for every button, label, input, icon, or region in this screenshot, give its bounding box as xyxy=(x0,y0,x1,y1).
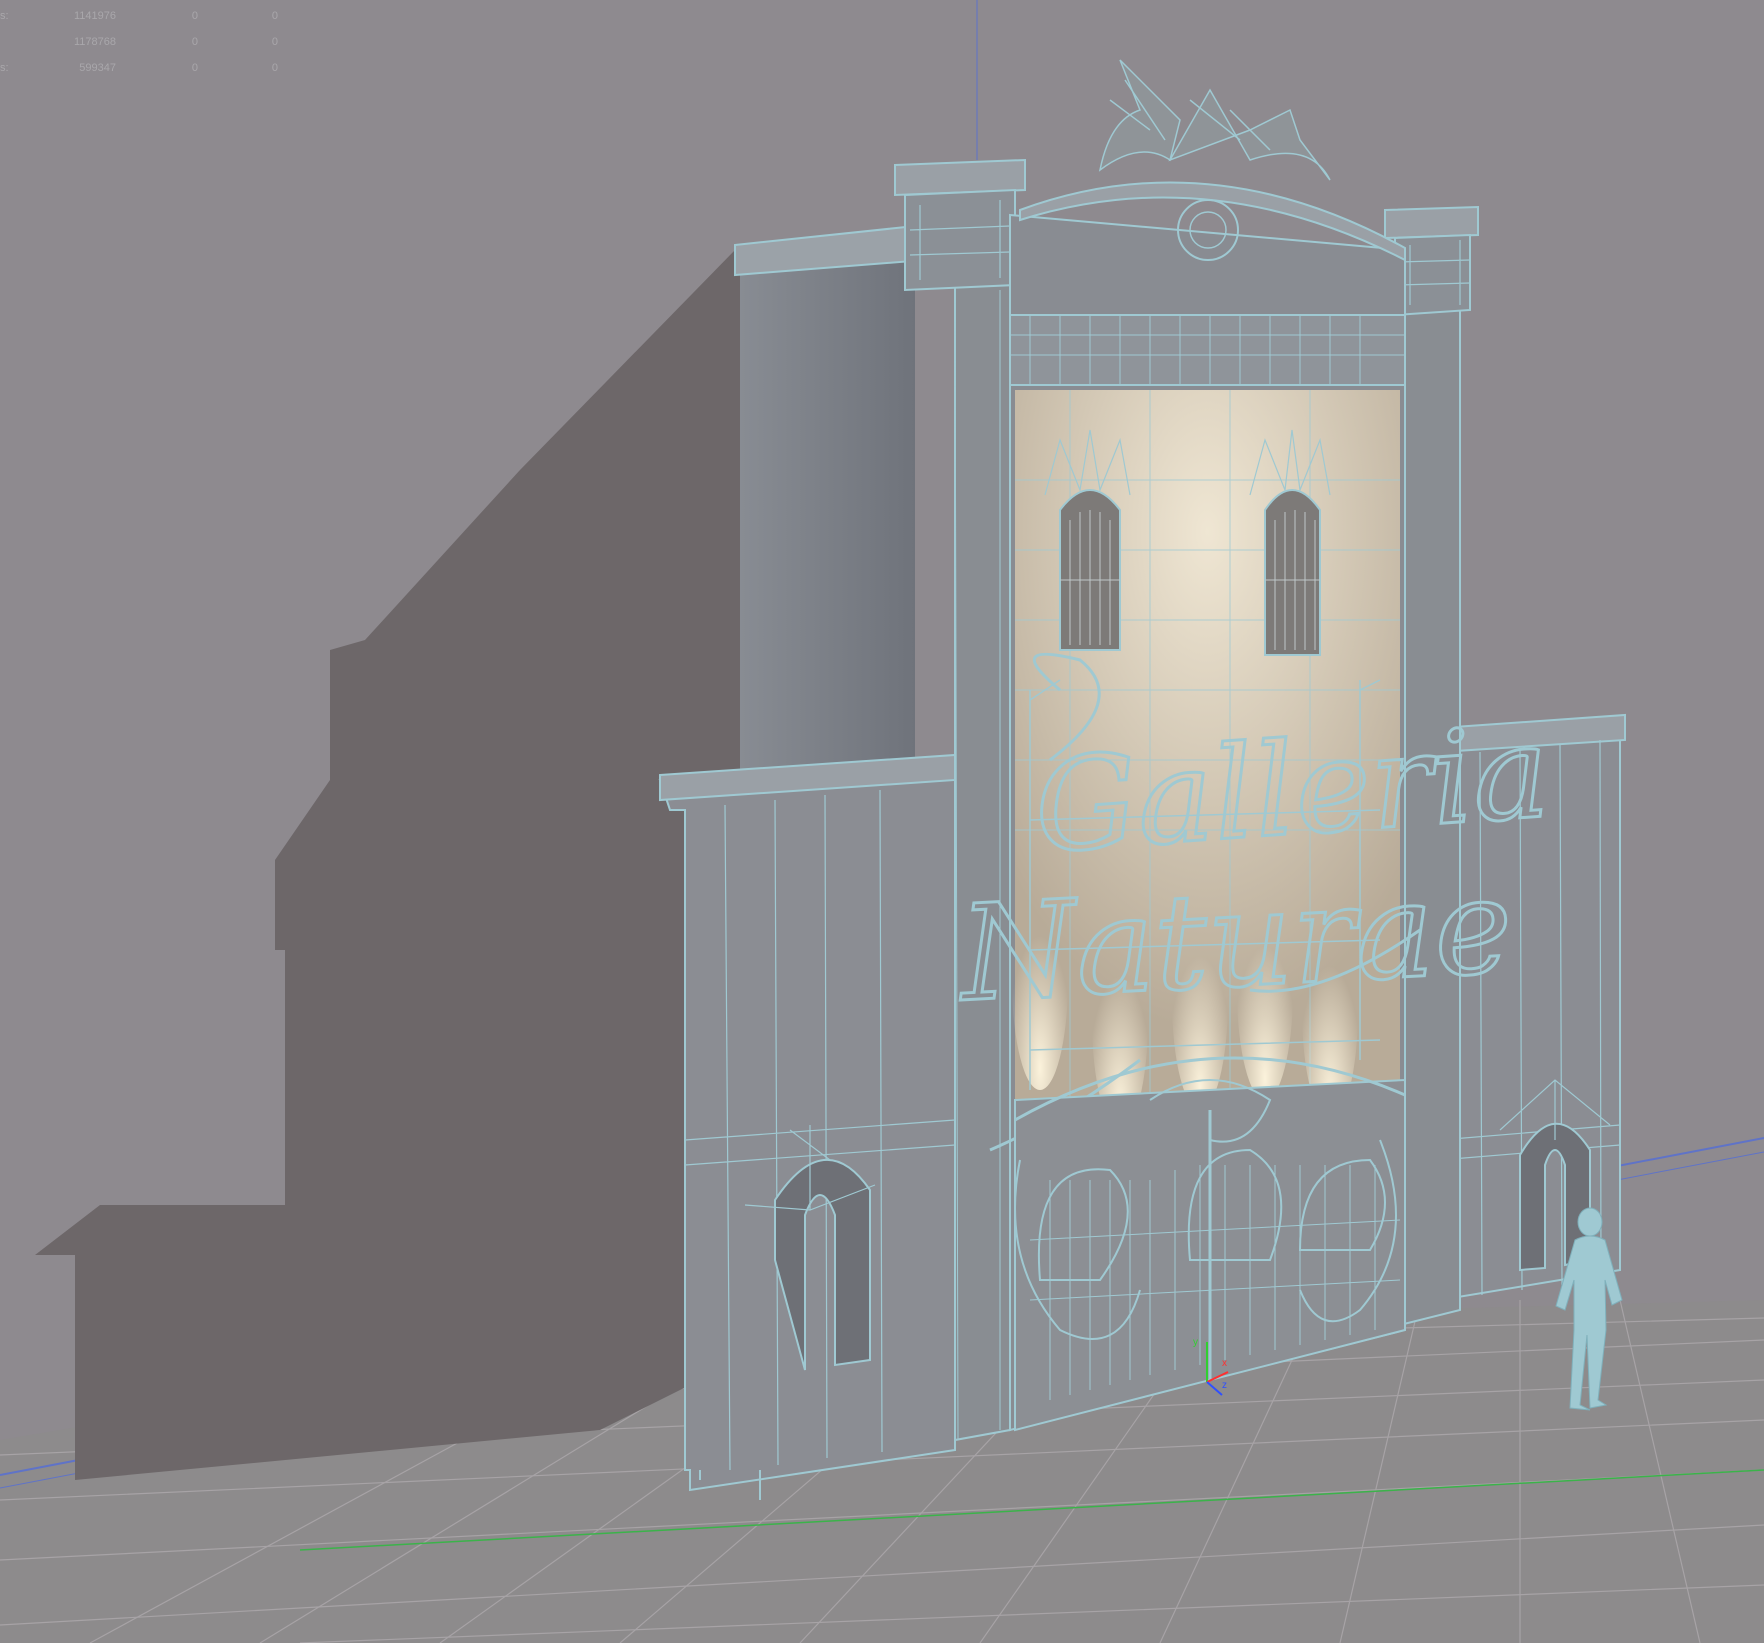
hud-value: 0 xyxy=(271,10,278,22)
gizmo-z-label: z xyxy=(1222,1380,1227,1391)
hud-value: 599347 xyxy=(79,62,116,74)
rooftop-eagle-sculpture xyxy=(1098,59,1331,181)
hud-value: 1141976 xyxy=(73,10,116,22)
hud-value: 0 xyxy=(191,36,198,48)
hud-value: 0 xyxy=(271,36,278,48)
hud-row-2: 1178768 0 0 xyxy=(0,36,300,50)
building-shadow xyxy=(35,250,760,1480)
viewport-scene[interactable]: Galleria Naturae y x z xyxy=(0,0,1764,1643)
gizmo-x-label: x xyxy=(1222,1358,1227,1369)
gizmo-y-label: y xyxy=(1193,1337,1198,1348)
hud-value: 0 xyxy=(271,62,278,74)
hud-label: s: xyxy=(0,10,9,22)
hud-value: 0 xyxy=(191,62,198,74)
hud-row-1: s: 1141976 0 0 xyxy=(0,10,300,24)
3d-viewport[interactable]: Galleria Naturae y x z s: 1141976 0 0 11… xyxy=(0,0,1764,1643)
hud-value: 0 xyxy=(191,10,198,22)
hud-value: 1178768 xyxy=(73,36,116,48)
sign-line-2: Naturae xyxy=(953,849,1515,1032)
hud-label: s: xyxy=(0,62,9,74)
left-wing xyxy=(658,753,956,1500)
hud-row-3: s: 599347 0 0 xyxy=(0,62,300,76)
